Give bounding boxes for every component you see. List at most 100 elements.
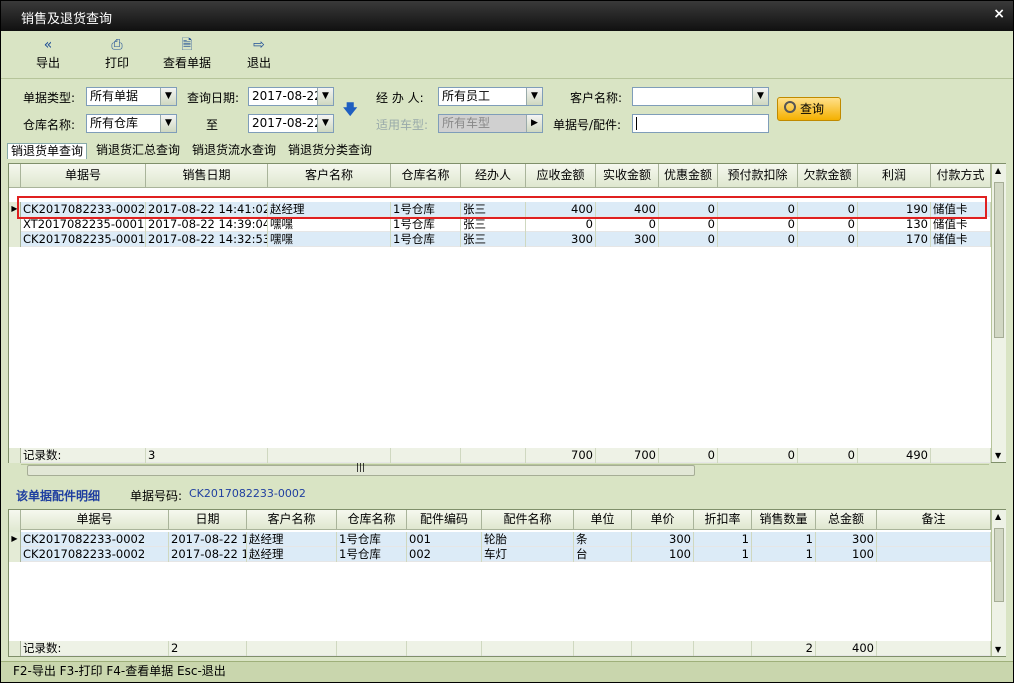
table-cell	[574, 641, 632, 656]
scroll-down-icon[interactable]: ▼	[995, 451, 1001, 460]
chevron-down-icon[interactable]: ▼	[317, 88, 333, 105]
print-button[interactable]: ⎙ 打印	[102, 37, 132, 71]
arrow-down-icon: 🡇	[343, 102, 358, 118]
table-cell: 张三	[461, 202, 526, 217]
table-cell: 0	[798, 202, 858, 217]
docno-input[interactable]	[632, 114, 769, 133]
column-header[interactable]: 付款方式	[931, 164, 991, 188]
handler-select[interactable]: 所有员工 ▼	[438, 87, 543, 106]
column-header[interactable]: 客户名称	[268, 164, 391, 188]
column-header[interactable]: 优惠金额	[659, 164, 718, 188]
row-pointer-icon: ▶	[9, 532, 21, 547]
table-cell: 条	[574, 532, 632, 547]
scroll-up-icon[interactable]: ▲	[995, 166, 1001, 175]
column-header[interactable]: 配件编码	[407, 510, 482, 530]
column-header[interactable]: 单据号	[21, 164, 146, 188]
column-header[interactable]: 客户名称	[247, 510, 337, 530]
column-header[interactable]: 备注	[877, 510, 991, 530]
table-row[interactable]: CK2017082235-0001 2017-08-22 14:32:53 嘿嘿 1号…	[9, 232, 991, 247]
column-header[interactable]: 利润	[858, 164, 931, 188]
table-cell: 2	[752, 641, 816, 656]
vehicle-select[interactable]: 所有车型 ▶	[438, 114, 543, 133]
scroll-up-icon[interactable]: ▲	[995, 512, 1001, 521]
table-row[interactable]: XT2017082235-0001 2017-08-22 14:39:04 嘿嘿 1号…	[9, 217, 991, 232]
column-header[interactable]: 仓库名称	[391, 164, 461, 188]
table-cell: 储值卡	[931, 217, 991, 232]
column-header[interactable]: 销售日期	[146, 164, 268, 188]
table-cell: 记录数:	[21, 448, 146, 463]
table-cell: 0	[659, 202, 718, 217]
horizontal-scroll-thumb[interactable]: |||	[27, 463, 695, 476]
row-indicator	[9, 448, 21, 463]
table-row[interactable]: ▶CK2017082233-00022017-08-22 14赵经理1号仓库00…	[9, 532, 991, 547]
scroll-thumb[interactable]	[994, 528, 1004, 602]
chevron-right-icon[interactable]: ▶	[526, 115, 542, 132]
table-cell: 1	[752, 547, 816, 562]
warehouse-select[interactable]: 所有仓库 ▼	[86, 114, 177, 133]
table-cell: 700	[596, 448, 659, 463]
detail-vertical-scrollbar[interactable]: ▲ ▼	[991, 510, 1006, 656]
column-header[interactable]: 单价	[632, 510, 694, 530]
table-cell: 300	[632, 532, 694, 547]
table-cell	[877, 547, 991, 562]
view-document-button[interactable]: 🗎 查看单据	[161, 37, 213, 71]
table-cell: 2	[169, 641, 247, 656]
table-cell	[877, 641, 991, 656]
column-header[interactable]: 日期	[169, 510, 247, 530]
column-header[interactable]: 单位	[574, 510, 632, 530]
column-header[interactable]: 应收金额	[526, 164, 596, 188]
exit-button[interactable]: ⇨ 退出	[244, 37, 274, 71]
table-cell	[337, 641, 407, 656]
date-from-picker[interactable]: 2017-08-22 ▼	[248, 87, 334, 106]
column-header[interactable]: 销售数量	[752, 510, 816, 530]
chevron-down-icon[interactable]: ▼	[160, 88, 176, 105]
chevron-down-icon[interactable]: ▼	[317, 115, 333, 132]
tab-return-flow[interactable]: 销退货流水查询	[189, 143, 279, 159]
status-bar: F2-导出 F3-打印 F4-查看单据 Esc-退出	[1, 661, 1013, 682]
table-cell	[931, 448, 991, 463]
column-header[interactable]: 预付款扣除	[718, 164, 798, 188]
doc-type-select[interactable]: 所有单据 ▼	[86, 87, 177, 106]
column-header[interactable]: 折扣率	[694, 510, 752, 530]
column-header[interactable]: 实收金额	[596, 164, 659, 188]
table-cell: CK2017082233-0002	[21, 547, 169, 562]
tab-return-summary[interactable]: 销退货汇总查询	[93, 143, 183, 159]
table-cell	[461, 448, 526, 463]
chevron-down-icon[interactable]: ▼	[752, 88, 768, 105]
exit-label: 退出	[246, 56, 271, 70]
table-row[interactable]: ▶ CK2017082233-0002 2017-08-22 14:41:02 赵经理…	[9, 202, 991, 217]
date-to-picker[interactable]: 2017-08-22 ▼	[248, 114, 334, 133]
grip-icon: |||	[356, 463, 366, 473]
table-cell: 车灯	[482, 547, 574, 562]
column-header[interactable]: 经办人	[461, 164, 526, 188]
vertical-scrollbar[interactable]: ▲ ▼	[991, 164, 1006, 462]
detail-data-grid: ▲ ▼ 单据号 日期 客户名称 仓库名称 配件编码 配件名称 单位 单价 折扣率 销售数量 总金额备…	[8, 509, 1006, 657]
column-header[interactable]: 配件名称	[482, 510, 574, 530]
column-header[interactable]: 单据号	[21, 510, 169, 530]
header-corner	[9, 510, 21, 534]
table-cell: 0	[659, 232, 718, 247]
scroll-thumb[interactable]	[994, 182, 1004, 338]
customer-select[interactable]: ▼	[632, 87, 769, 106]
column-header[interactable]: 仓库名称	[337, 510, 407, 530]
export-label: 导出	[35, 56, 60, 70]
customer-label: 客户名称:	[570, 91, 623, 105]
table-row[interactable]: CK2017082233-00022017-08-22 14赵经理1号仓库002…	[9, 547, 991, 562]
view-label: 查看单据	[162, 56, 211, 70]
close-icon[interactable]: ×	[993, 6, 1005, 22]
scroll-down-icon[interactable]: ▼	[995, 645, 1001, 654]
chevron-down-icon[interactable]: ▼	[526, 88, 542, 105]
table-cell: 赵经理	[247, 532, 337, 547]
table-cell: 130	[858, 217, 931, 232]
column-header[interactable]: 欠款金额	[798, 164, 858, 188]
text-cursor	[636, 117, 637, 130]
table-cell: 0	[718, 202, 798, 217]
query-button[interactable]: 查询	[777, 97, 841, 121]
vehicle-value: 所有车型	[442, 116, 491, 130]
tab-return-query[interactable]: 销退货单查询	[7, 143, 88, 159]
column-header[interactable]: 总金额	[816, 510, 877, 530]
tab-return-category[interactable]: 销退货分类查询	[285, 143, 375, 159]
table-cell	[694, 641, 752, 656]
chevron-down-icon[interactable]: ▼	[160, 115, 176, 132]
export-button[interactable]: « 导出	[33, 37, 63, 71]
